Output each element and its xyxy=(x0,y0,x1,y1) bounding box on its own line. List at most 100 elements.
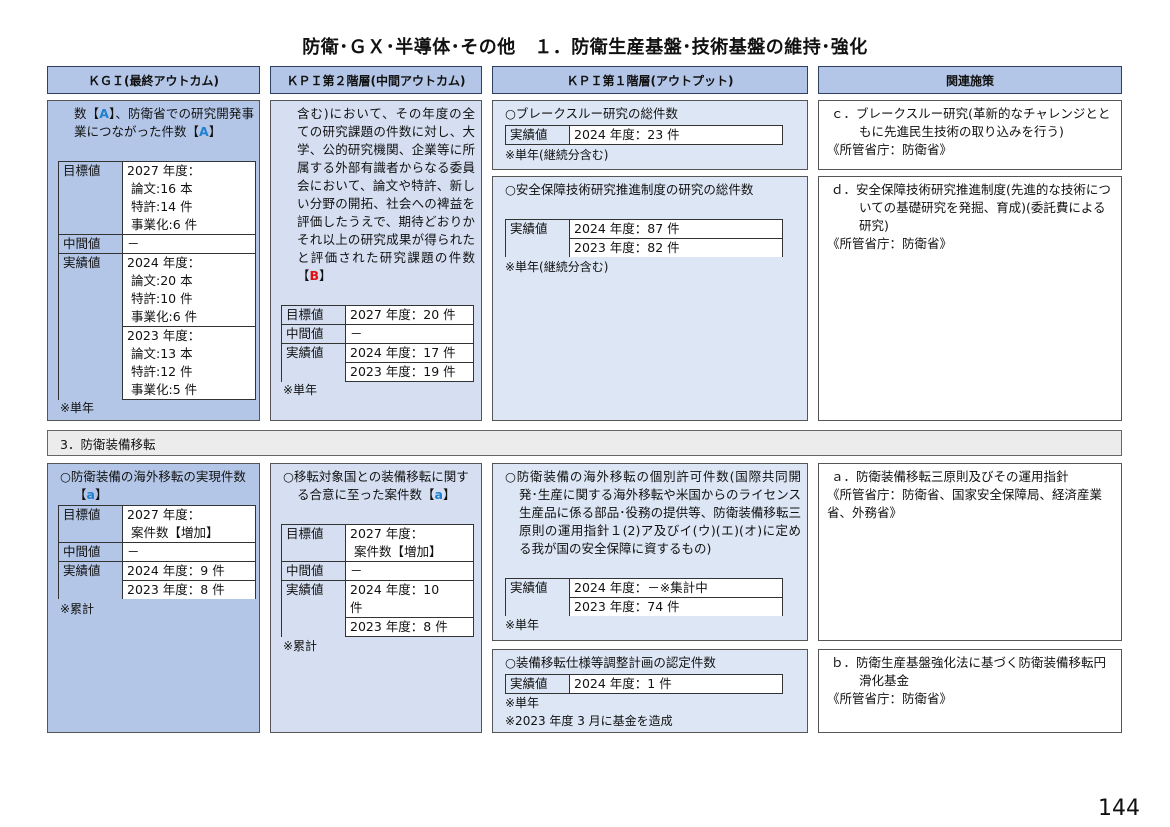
kpi1-spec-adjustment-actual-value: 2024 年度：1 件 xyxy=(569,674,783,694)
kpi1-export-permits-table: 実績値 2024 年度：－※集計中 2023 年度：74 件 xyxy=(505,578,783,616)
kgi-actual-b-line4: 事業化:5 件 xyxy=(131,382,198,397)
kpi1-export-permits-actual-label: 実績値 xyxy=(505,578,570,616)
kpi2b-table: 目標値 2027 年度： 案件数【増加】 中間値 － 実績値 2024 年度：1… xyxy=(281,524,474,637)
kgi2-note: ※累計 xyxy=(60,602,95,616)
kpi2-target-label: 目標値 xyxy=(281,305,346,325)
kpi1-security-tech-actual-2024: 2024 年度：87 件 xyxy=(569,219,783,239)
kgi2-text: ○防衛装備の海外移転の実現件数【a】 xyxy=(60,468,254,504)
related-box-a: ａ．防衛装備移転三原則及びその運用指針 《所管省庁：防衛省、国家安全保障局、経済… xyxy=(818,463,1122,641)
kgi2-actual-2024: 2024 年度：9 件 xyxy=(122,561,256,581)
kgi-table-1: 目標値 2027 年度： 論文:16 本 特許:14 件 事業化:6 件 中間値… xyxy=(58,161,256,400)
kgi-mid-value: － xyxy=(122,234,256,254)
kgi2-mid-value: － xyxy=(122,542,256,562)
kpi1-breakthrough-actual-value: 2024 年度：23 件 xyxy=(569,125,783,145)
kpi1-security-tech-note: ※単年(継続分含む) xyxy=(505,260,609,274)
kgi-note-1: ※単年 xyxy=(60,401,95,415)
kpi2-actual-2024: 2024 年度：17 件 xyxy=(345,343,474,363)
kgi2-table: 目標値 2027 年度： 案件数【増加】 中間値 － 実績値 2024 年度：9… xyxy=(58,505,256,599)
page-number: 144 xyxy=(1098,796,1140,821)
kpi1-breakthrough-table: 実績値 2024 年度：23 件 xyxy=(505,125,783,145)
kpi1-spec-adjustment-actual-label: 実績値 xyxy=(505,674,570,694)
kpi1-box-security-tech: ○安全保障技術研究推進制度の研究の総件数 実績値 2024 年度：87 件 20… xyxy=(492,176,808,421)
kgi2-text-post: 】 xyxy=(94,487,108,502)
kpi2b-actual-2023: 2023 年度：8 件 xyxy=(345,617,474,637)
kgi-text-pre: 数【 xyxy=(74,106,100,121)
kpi2b-target-line1: 2027 年度： xyxy=(350,526,424,541)
header-kpi2: ＫＰＩ第２階層(中間アウトカム) xyxy=(270,66,482,94)
kgi2-actual-2023: 2023 年度：8 件 xyxy=(122,580,256,599)
header-kpi1: ＫＰＩ第１階層(アウトプット) xyxy=(492,66,808,94)
kgi-actual-label: 実績値 xyxy=(58,253,123,400)
page-title: 防衛･ＧＸ･半導体･その他 １．防衛生産基盤･技術基盤の維持･強化 xyxy=(302,37,868,58)
kpi1-export-permits-title: ○防衛装備の海外移転の個別許可件数(国際共同開発･生産に関する海外移転や米国から… xyxy=(505,469,801,556)
header-related: 関連施策 xyxy=(818,66,1122,94)
kpi1-box-export-permits: ○防衛装備の海外移転の個別許可件数(国際共同開発･生産に関する海外移転や米国から… xyxy=(492,463,808,641)
kpi1-security-tech-table: 実績値 2024 年度：87 件 2023 年度：82 件 xyxy=(505,219,783,257)
kpi2-mid-label: 中間値 xyxy=(281,324,346,344)
kpi2-actual-2023: 2023 年度：19 件 xyxy=(345,362,474,382)
kpi2b-mid-value: － xyxy=(345,561,474,581)
kpi2-mid-value: － xyxy=(345,324,474,344)
kpi2-table-1: 目標値 2027 年度：20 件 中間値 － 実績値 2024 年度：17 件 … xyxy=(281,305,474,382)
kpi1-security-tech-title: ○安全保障技術研究推進制度の研究の総件数 xyxy=(505,182,754,197)
kgi-actual-a-line4: 事業化:6 件 xyxy=(131,309,198,324)
related-b-text: ｂ．防衛生産基盤強化法に基づく防衛装備移転円滑化基金 xyxy=(831,655,1107,688)
kgi2-actual-label: 実績値 xyxy=(58,561,123,599)
kpi2b-mid-label: 中間値 xyxy=(281,561,346,581)
related-d-ministry: 《所管省庁：防衛省》 xyxy=(827,236,953,251)
kpi2-text-main: 含む)において、その年度の全ての研究課題の件数に対し、大学、公的研究機関、企業等… xyxy=(297,106,475,283)
kpi1-spec-adjustment-title: ○装備移転仕様等調整計画の認定件数 xyxy=(505,655,716,670)
kgi2-target-value: 2027 年度： 案件数【増加】 xyxy=(122,505,256,543)
kgi-target-value: 2027 年度： 論文:16 本 特許:14 件 事業化:6 件 xyxy=(122,161,256,235)
related-box-c: ｃ．ブレークスルー研究(革新的なチャレンジとともに先進民生技術の取り込みを行う)… xyxy=(818,100,1122,170)
kgi-box-2: ○防衛装備の海外移転の実現件数【a】 目標値 2027 年度： 案件数【増加】 … xyxy=(47,463,260,733)
kpi2b-text-post: 】 xyxy=(442,487,456,502)
kpi2b-actual-2024: 2024 年度：10 件 xyxy=(345,580,474,618)
kpi2b-text: ○移転対象国との装備移転に関する合意に至った案件数【a】 xyxy=(283,468,475,504)
kpi2b-actual-a-line1: 2024 年度：10 xyxy=(350,582,440,597)
kpi2-actual-label: 実績値 xyxy=(281,343,346,382)
section-3-title: 3．防衛装備移転 xyxy=(47,430,1122,456)
kgi-text-1: 数【A】、防衛省での研究開発事業につながった件数【A】 xyxy=(74,105,254,141)
kgi-actual-b-line2: 論文:13 本 xyxy=(131,346,193,361)
kpi2-mark-b: B xyxy=(309,268,320,283)
kpi1-breakthrough-note: ※単年(継続分含む) xyxy=(505,148,609,162)
kpi2-text-post: 】 xyxy=(319,268,332,283)
kgi-actual-a-line2: 論文:20 本 xyxy=(131,273,193,288)
header-kgi: ＫＧＩ(最終アウトカム) xyxy=(47,66,260,94)
kgi-target-line4: 事業化:6 件 xyxy=(131,217,198,232)
kgi-actual-a-line1: 2024 年度： xyxy=(127,255,201,270)
kgi-text-post: 】 xyxy=(208,124,222,139)
kpi2b-actual-label: 実績値 xyxy=(281,580,346,637)
kgi-actual-b-line3: 特許:12 件 xyxy=(131,364,193,379)
kpi1-export-permits-note: ※単年 xyxy=(505,618,540,632)
kpi1-breakthrough-actual-label: 実績値 xyxy=(505,125,570,145)
kpi1-spec-adjustment-note2: ※2023 年度 3 月に基金を造成 xyxy=(505,714,673,728)
kpi2b-target-label: 目標値 xyxy=(281,524,346,562)
kgi-actual-2024: 2024 年度： 論文:20 本 特許:10 件 事業化:6 件 xyxy=(122,253,256,327)
kgi-target-label: 目標値 xyxy=(58,161,123,235)
kpi2b-actual-a-line2: 件 xyxy=(350,600,363,615)
kpi2b-note: ※累計 xyxy=(283,639,318,653)
related-c-ministry: 《所管省庁：防衛省》 xyxy=(827,142,953,157)
kgi-mark-a2: A xyxy=(199,124,209,139)
kpi1-security-tech-actual-label: 実績値 xyxy=(505,219,570,257)
kgi-target-line1: 2027 年度： xyxy=(127,163,201,178)
kpi1-export-permits-actual-2023: 2023 年度：74 件 xyxy=(569,597,783,616)
kgi2-mid-label: 中間値 xyxy=(58,542,123,562)
kpi1-export-permits-actual-2024: 2024 年度：－※集計中 xyxy=(569,578,783,598)
kgi2-mark-a: a xyxy=(86,487,95,502)
kpi2-box-2: ○移転対象国との装備移転に関する合意に至った案件数【a】 目標値 2027 年度… xyxy=(270,463,482,733)
kpi2-text-1: 含む)において、その年度の全ての研究課題の件数に対し、大学、公的研究機関、企業等… xyxy=(297,105,475,285)
kpi1-spec-adjustment-table: 実績値 2024 年度：1 件 xyxy=(505,674,783,694)
kgi-actual-b-line1: 2023 年度： xyxy=(127,328,201,343)
kpi1-spec-adjustment-note1: ※単年 xyxy=(505,696,540,710)
kgi2-target-line1: 2027 年度： xyxy=(127,507,201,522)
kgi2-target-line2: 案件数【増加】 xyxy=(131,525,219,540)
kgi-mark-a: A xyxy=(99,106,109,121)
kgi-actual-a-line3: 特許:10 件 xyxy=(131,291,193,306)
kpi1-security-tech-actual-2023: 2023 年度：82 件 xyxy=(569,238,783,257)
kpi1-breakthrough-title: ○ブレークスルー研究の総件数 xyxy=(505,106,679,121)
kpi2b-target-value: 2027 年度： 案件数【増加】 xyxy=(345,524,474,562)
related-box-d: ｄ．安全保障技術研究推進制度(先進的な技術についての基礎研究を発掘、育成)(委託… xyxy=(818,176,1122,421)
